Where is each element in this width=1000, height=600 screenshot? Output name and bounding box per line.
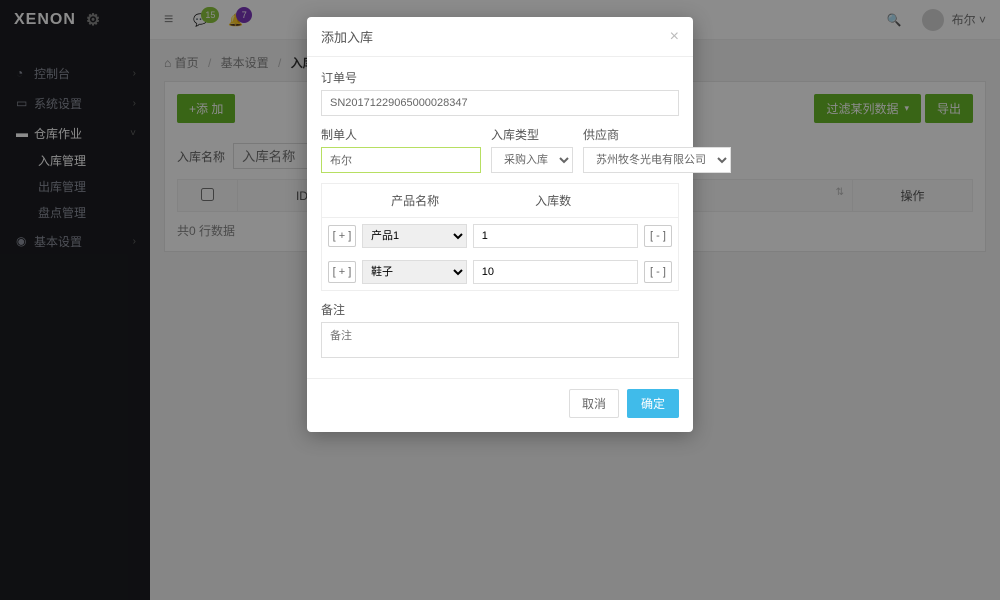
modal-title: 添加入库 (321, 27, 373, 46)
product-row: [ + ] 鞋子 [ - ] (322, 254, 678, 290)
maker-label: 制单人 (321, 126, 481, 143)
supplier-select[interactable]: 苏州牧冬光电有限公司 (583, 147, 731, 173)
cancel-button[interactable]: 取消 (569, 389, 619, 418)
remove-row-button[interactable]: [ - ] (644, 225, 672, 247)
add-row-button[interactable]: [ + ] (328, 261, 356, 283)
ok-button[interactable]: 确定 (627, 389, 679, 418)
order-no-input[interactable] (321, 90, 679, 116)
product-select[interactable]: 鞋子 (362, 260, 467, 284)
products-table: 产品名称 入库数 [ + ] 产品1 [ - ] [ + ] 鞋子 [ - ] (321, 183, 679, 291)
qty-input[interactable] (473, 260, 638, 284)
remark-label: 备注 (321, 301, 679, 318)
close-icon[interactable]: × (670, 28, 679, 46)
modal-body: 订单号 制单人 入库类型 采购入库 供应商 苏州牧冬光电有限公司 产品名称 入库 (307, 57, 693, 372)
type-select[interactable]: 采购入库 (491, 147, 573, 173)
qty-input[interactable] (473, 224, 638, 248)
product-row: [ + ] 产品1 [ - ] (322, 218, 678, 254)
th-qty: 入库数 (468, 184, 638, 217)
products-head: 产品名称 入库数 (322, 184, 678, 218)
maker-input[interactable] (321, 147, 481, 173)
modal-footer: 取消 确定 (307, 378, 693, 432)
th-product-name: 产品名称 (362, 184, 468, 217)
remove-row-button[interactable]: [ - ] (644, 261, 672, 283)
add-inbound-modal: 添加入库 × 订单号 制单人 入库类型 采购入库 供应商 苏州牧冬光电有限公司 (307, 17, 693, 432)
modal-header: 添加入库 × (307, 17, 693, 57)
supplier-label: 供应商 (583, 126, 731, 143)
remark-textarea[interactable] (321, 322, 679, 358)
add-row-button[interactable]: [ + ] (328, 225, 356, 247)
product-select[interactable]: 产品1 (362, 224, 467, 248)
order-no-label: 订单号 (321, 69, 679, 86)
type-label: 入库类型 (491, 126, 573, 143)
